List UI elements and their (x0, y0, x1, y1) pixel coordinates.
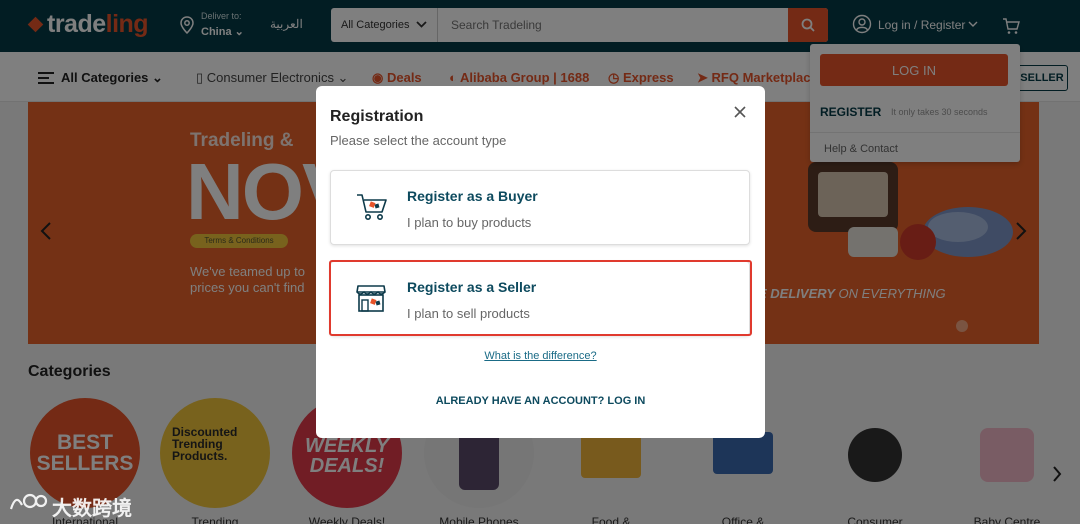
already-account-login-link[interactable]: ALREADY HAVE AN ACCOUNT? LOG IN (316, 395, 765, 407)
shopping-cart-icon (357, 194, 387, 220)
close-icon[interactable] (732, 104, 748, 120)
seller-option-highlight (329, 260, 752, 336)
watermark-logo-icon (9, 493, 48, 510)
register-buyer-option[interactable]: Register as a Buyer I plan to buy produc… (330, 170, 750, 245)
modal-subtitle: Please select the account type (330, 133, 507, 148)
buyer-option-title: Register as a Buyer (407, 188, 538, 204)
buyer-option-desc: I plan to buy products (407, 215, 532, 230)
difference-link[interactable]: What is the difference? (316, 350, 765, 362)
modal-title: Registration (330, 108, 424, 125)
watermark-text: 大数跨境 (52, 498, 132, 520)
